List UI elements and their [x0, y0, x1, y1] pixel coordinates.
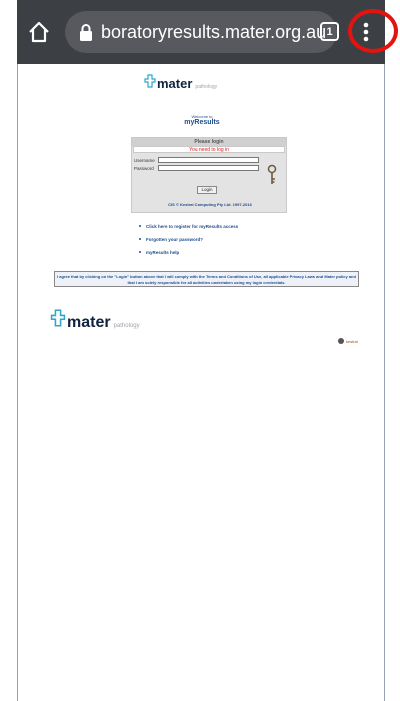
- register-link[interactable]: Click here to register for myResults acc…: [146, 224, 238, 229]
- forgot-password-link[interactable]: Forgotten your password?: [146, 237, 203, 242]
- address-bar[interactable]: boratoryresults.mater.org.au: [65, 11, 337, 53]
- password-row: Password: [134, 165, 259, 171]
- kestral-icon: [338, 338, 344, 344]
- logo-name: mater: [157, 76, 193, 91]
- vendor-logo: kestral: [338, 338, 358, 344]
- page-title: myResults: [184, 119, 220, 126]
- username-field[interactable]: [158, 157, 259, 163]
- bullet-icon: [139, 238, 141, 240]
- logo-subtitle: pathology: [195, 84, 218, 90]
- vendor-name: kestral: [346, 338, 358, 344]
- home-icon[interactable]: [27, 20, 51, 44]
- lock-icon: [80, 24, 92, 41]
- tab-switcher-icon[interactable]: 1: [320, 22, 339, 41]
- login-heading: Please login: [132, 138, 286, 146]
- footer-logo-subtitle: pathology: [113, 323, 140, 329]
- list-item[interactable]: Click here to register for myResults acc…: [139, 224, 238, 237]
- url-text: boratoryresults.mater.org.au: [101, 21, 327, 42]
- mater-logo: mater pathology: [144, 74, 217, 91]
- keys-icon: [267, 164, 277, 184]
- help-link[interactable]: myResults help: [146, 250, 179, 255]
- footer-logo-name: mater: [67, 314, 111, 331]
- cross-icon: [50, 309, 66, 327]
- web-page: mater pathology Welcome to myResults Ple…: [17, 64, 385, 701]
- password-label: Password: [134, 165, 154, 171]
- login-panel: Please login You need to log in Username…: [131, 137, 287, 213]
- browser-toolbar: boratoryresults.mater.org.au 1: [17, 0, 398, 64]
- terms-notice: I agree that by clicking on the "Login" …: [54, 271, 359, 287]
- password-field[interactable]: [158, 165, 259, 171]
- username-label: Username: [134, 157, 155, 163]
- username-row: Username: [134, 157, 259, 163]
- login-message: You need to log in: [133, 146, 285, 153]
- highlight-ring: [348, 9, 398, 53]
- bullet-icon: [139, 225, 141, 227]
- list-item[interactable]: myResults help: [139, 250, 238, 263]
- bullet-icon: [139, 251, 141, 253]
- help-links: Click here to register for myResults acc…: [139, 224, 238, 263]
- copyright-text: CIS © Kestral Computing Pty Ltd. 1997-20…: [168, 202, 252, 207]
- login-button[interactable]: Login: [197, 186, 217, 194]
- footer-logo: mater pathology: [50, 309, 140, 332]
- list-item[interactable]: Forgotten your password?: [139, 237, 238, 250]
- cross-icon: [144, 74, 156, 88]
